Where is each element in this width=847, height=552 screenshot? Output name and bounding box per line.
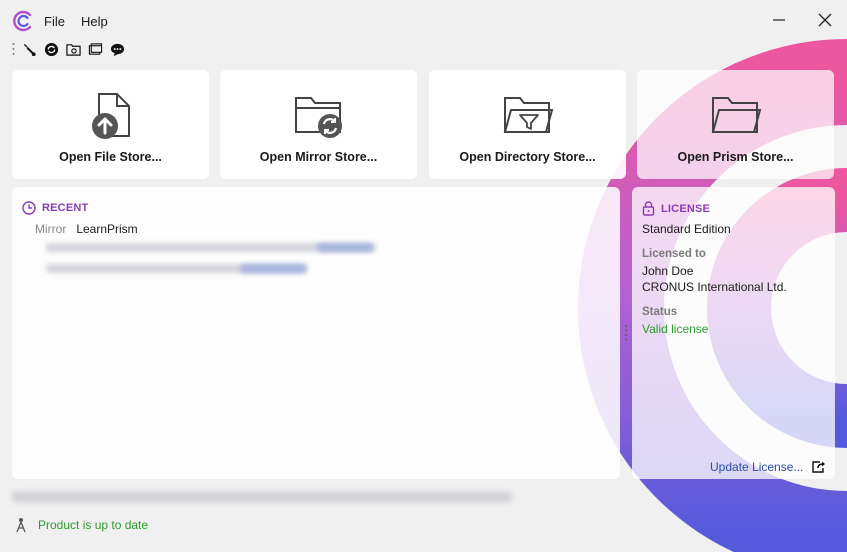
chat-icon bbox=[110, 43, 125, 56]
open-file-store-button[interactable]: Open File Store... bbox=[12, 70, 209, 179]
blurred-recent-link bbox=[317, 243, 373, 252]
app-logo-icon bbox=[13, 10, 32, 32]
open-prism-store-label: Open Prism Store... bbox=[677, 150, 794, 164]
recent-heading: RECENT bbox=[22, 201, 88, 215]
external-share-icon bbox=[812, 461, 826, 473]
open-mirror-store-label: Open Mirror Store... bbox=[259, 150, 378, 164]
open-directory-store-label: Open Directory Store... bbox=[459, 150, 596, 164]
folder-camera-icon bbox=[66, 43, 81, 56]
wrench-icon bbox=[23, 43, 36, 56]
folder-open-icon bbox=[711, 97, 761, 133]
close-button[interactable] bbox=[810, 8, 840, 32]
license-status-label: Status bbox=[642, 306, 678, 318]
blurred-info-text bbox=[12, 492, 512, 502]
licensed-to-label: Licensed to bbox=[642, 248, 706, 260]
windows-icon bbox=[88, 42, 103, 55]
open-file-store-label: Open File Store... bbox=[59, 150, 162, 164]
lock-icon bbox=[642, 201, 655, 216]
clock-icon bbox=[22, 201, 36, 215]
settings-tool-button[interactable] bbox=[22, 42, 37, 57]
menu-help[interactable]: Help bbox=[81, 14, 108, 29]
open-mirror-store-button[interactable]: Open Mirror Store... bbox=[220, 70, 417, 179]
minimize-icon bbox=[773, 19, 785, 21]
blurred-recent-link bbox=[240, 264, 306, 273]
license-edition: Standard Edition bbox=[642, 222, 731, 236]
recent-panel: RECENT Mirror LearnPrism bbox=[12, 187, 620, 479]
feedback-tool-button[interactable] bbox=[110, 42, 125, 57]
recent-item-name: LearnPrism bbox=[76, 222, 138, 236]
menu-file[interactable]: File bbox=[44, 14, 65, 29]
license-heading: LICENSE bbox=[642, 201, 710, 216]
open-directory-store-button[interactable]: Open Directory Store... bbox=[429, 70, 626, 179]
toolbar-grip-icon bbox=[12, 43, 15, 55]
close-icon bbox=[818, 13, 832, 27]
status-bar: Product is up to date bbox=[14, 517, 148, 533]
refresh-icon bbox=[44, 42, 59, 56]
license-status-value: Valid license bbox=[642, 322, 709, 336]
recent-heading-text: RECENT bbox=[42, 202, 89, 214]
snapshot-tool-button[interactable] bbox=[66, 42, 81, 57]
file-upload-icon bbox=[91, 93, 130, 139]
broadcast-tower-icon bbox=[16, 518, 26, 533]
update-license-link[interactable]: Update License... bbox=[710, 460, 827, 474]
recent-item-kind: Mirror bbox=[35, 222, 67, 236]
recent-item[interactable]: Mirror LearnPrism bbox=[35, 222, 138, 236]
menu-bar: File Help bbox=[44, 14, 108, 29]
minimize-button[interactable] bbox=[764, 8, 794, 32]
status-message: Product is up to date bbox=[38, 518, 149, 532]
licensee-company: CRONUS International Ltd. bbox=[642, 280, 787, 294]
folder-filter-icon bbox=[503, 97, 553, 133]
panel-splitter-handle[interactable] bbox=[624, 323, 628, 343]
licensee-name: John Doe bbox=[642, 264, 694, 278]
refresh-tool-button[interactable] bbox=[44, 42, 59, 57]
update-license-text: Update License... bbox=[710, 460, 804, 474]
open-prism-store-button[interactable]: Open Prism Store... bbox=[637, 70, 834, 179]
toolbar bbox=[12, 40, 125, 58]
license-panel: LICENSE Standard Edition Licensed to Joh… bbox=[632, 187, 835, 479]
title-bar: File Help bbox=[0, 0, 847, 40]
license-heading-text: LICENSE bbox=[661, 202, 711, 215]
folder-sync-icon bbox=[294, 97, 342, 138]
windows-tool-button[interactable] bbox=[88, 42, 103, 57]
